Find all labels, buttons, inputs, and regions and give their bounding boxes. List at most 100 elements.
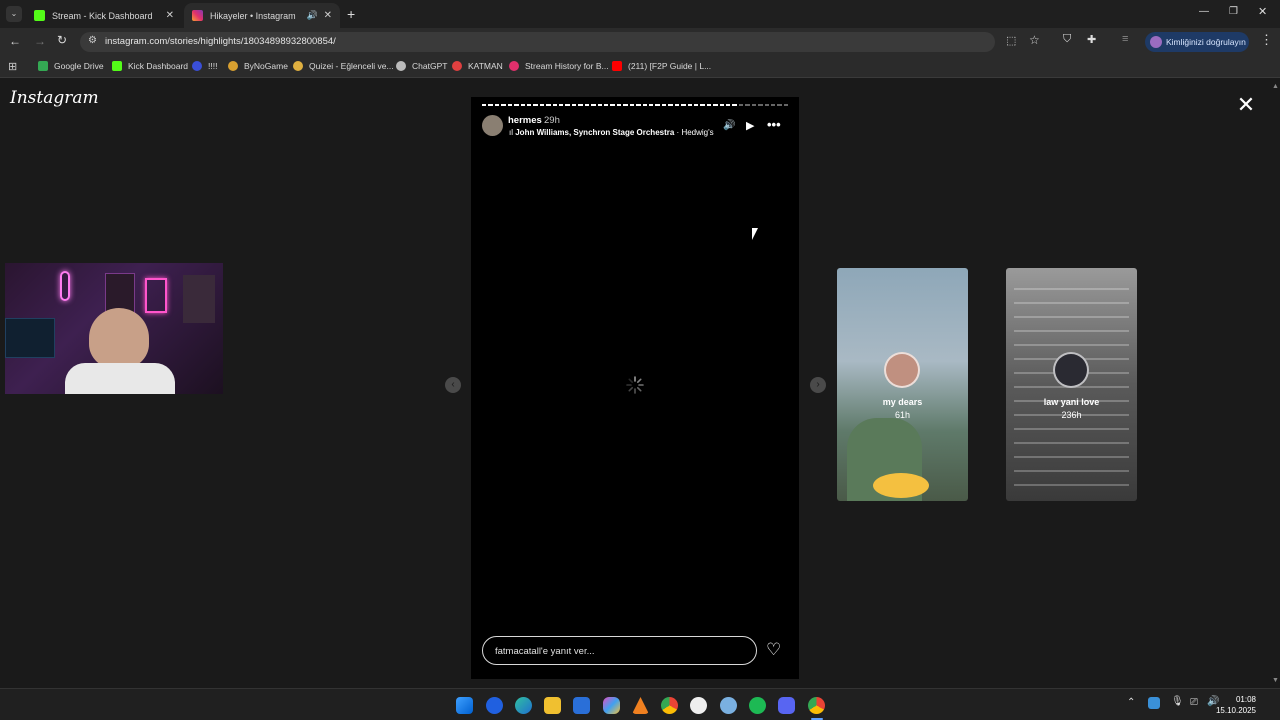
mute-icon[interactable]: 🔊: [723, 120, 735, 131]
like-heart-icon[interactable]: ♡: [766, 640, 781, 660]
file-explorer-icon[interactable]: [544, 697, 561, 714]
toolbar: ← → ↻ ⚙ instagram.com/stories/highlights…: [0, 28, 1280, 56]
progress-segment: [777, 104, 782, 106]
scroll-down-icon[interactable]: ▼: [1272, 677, 1279, 684]
apps-icon[interactable]: ⊞: [8, 60, 17, 73]
close-tab-icon[interactable]: ✕: [166, 10, 174, 21]
story-username[interactable]: hermes: [508, 115, 542, 126]
chatgpt-icon: [396, 61, 406, 71]
bookmark-stream-history[interactable]: Stream History for B...: [509, 61, 609, 71]
discord-icon[interactable]: [778, 697, 795, 714]
play-icon[interactable]: ▶: [746, 119, 754, 132]
copilot-icon[interactable]: [603, 697, 620, 714]
bookmark-google-drive[interactable]: Google Drive: [38, 61, 104, 71]
window-close-button[interactable]: ✕: [1258, 5, 1267, 18]
install-app-icon[interactable]: ⬚: [1006, 34, 1016, 47]
minimize-button[interactable]: —: [1199, 6, 1209, 17]
settings-icon[interactable]: [720, 697, 737, 714]
speaker-icon[interactable]: 🔊: [307, 10, 318, 21]
chrome-active-icon[interactable]: [808, 697, 825, 714]
bookmark-quizei[interactable]: Quizei - Eğlenceli ve...: [293, 61, 394, 71]
prev-story-button[interactable]: ‹: [445, 377, 461, 393]
bookmark-kick-dashboard[interactable]: Kick Dashboard: [112, 61, 188, 71]
instagram-logo[interactable]: Instagram: [10, 88, 99, 108]
profile-button[interactable]: Kimliğinizi doğrulayın: [1145, 32, 1249, 52]
github-icon[interactable]: [690, 697, 707, 714]
highlight-age: 61h: [894, 410, 911, 420]
vlc-icon[interactable]: [632, 697, 649, 714]
site-info-icon[interactable]: ⚙: [88, 35, 97, 46]
bookmark-star-icon[interactable]: ☆: [1029, 33, 1040, 47]
story-music[interactable]: ıl John Williams, Synchron Stage Orchest…: [509, 128, 715, 137]
tray-chevron-icon[interactable]: ⌃: [1127, 697, 1135, 708]
highlight-card[interactable]: my dears 61h: [837, 268, 968, 501]
progress-segment: [642, 104, 647, 106]
scroll-up-icon[interactable]: ▲: [1272, 83, 1279, 90]
url-text[interactable]: instagram.com/stories/highlights/1803489…: [105, 36, 336, 47]
edge-icon[interactable]: [515, 697, 532, 714]
reload-icon[interactable]: ↻: [57, 33, 67, 47]
microphone-icon[interactable]: 🎙: [1171, 696, 1184, 707]
reply-field[interactable]: [482, 636, 757, 665]
chrome-icon[interactable]: [661, 697, 678, 714]
more-options-icon[interactable]: •••: [767, 117, 781, 132]
bookmark-label: Kick Dashboard: [128, 61, 189, 71]
bookmark-chatgpt[interactable]: ChatGPT: [396, 61, 447, 71]
maximize-button[interactable]: ❐: [1229, 6, 1238, 17]
story-avatar[interactable]: [482, 115, 503, 136]
story-progress-bar: [482, 104, 789, 106]
next-story-button[interactable]: ›: [810, 377, 826, 393]
forward-icon[interactable]: →: [34, 34, 46, 48]
progress-segment: [726, 104, 731, 106]
tray-app-icon[interactable]: [1148, 697, 1160, 709]
progress-segment: [552, 104, 558, 106]
progress-segment: [738, 104, 744, 106]
tab-bar: ⌄ Stream - Kick Dashboard ✕ Hikayeler • …: [0, 0, 1280, 28]
progress-segment: [674, 104, 680, 106]
progress-segment: [507, 104, 513, 106]
progress-segment: [629, 104, 635, 106]
start-icon[interactable]: [456, 697, 473, 714]
tab-instagram[interactable]: Hikayeler • Instagram 🔊 ✕: [184, 3, 340, 28]
bookmark-exclaim[interactable]: !!!!: [192, 61, 217, 71]
bookmark-label: ByNoGame: [244, 61, 288, 71]
bookmark-katman[interactable]: KATMAN: [452, 61, 503, 71]
bookmark-bynogame[interactable]: ByNoGame: [228, 61, 288, 71]
cake: [873, 473, 929, 498]
new-tab-button[interactable]: +: [347, 6, 355, 22]
tab-search-button[interactable]: ⌄: [6, 6, 22, 22]
highlight-age: 236h: [1061, 410, 1082, 420]
bookmark-label: !!!!: [208, 61, 218, 71]
clock[interactable]: 01:08 15.10.2025: [1216, 694, 1256, 716]
reading-list-icon[interactable]: ≡: [1122, 33, 1128, 45]
clock-date: 15.10.2025: [1215, 706, 1256, 715]
progress-segment: [501, 104, 506, 106]
bookmark-youtube[interactable]: (211) [F2P Guide | L...: [612, 61, 711, 71]
close-story-button[interactable]: ✕: [1235, 94, 1257, 116]
bookmarks-bar: ⊞ Google Drive Kick Dashboard !!!! ByNoG…: [0, 56, 1280, 78]
highlight-card[interactable]: law yani love 236h: [1006, 268, 1137, 501]
music-track: Hedwig's Th: [681, 128, 715, 137]
scrollbar[interactable]: ▲ ▼: [1271, 81, 1280, 688]
tab-kick-dashboard[interactable]: Stream - Kick Dashboard ✕: [26, 3, 182, 28]
shield-icon[interactable]: ⛉: [1063, 33, 1071, 46]
progress-segment: [488, 104, 493, 106]
close-tab-icon[interactable]: ✕: [324, 10, 332, 21]
spotify-icon[interactable]: [749, 697, 766, 714]
progress-segment: [578, 104, 583, 106]
youtube-icon: [612, 61, 622, 71]
bynogame-icon: [228, 61, 238, 71]
progress-segment: [514, 104, 519, 106]
network-icon[interactable]: ⎚: [1190, 697, 1198, 708]
bookmark-label: Google Drive: [54, 61, 104, 71]
back-icon[interactable]: ←: [9, 34, 21, 48]
progress-segment: [520, 104, 525, 106]
address-bar[interactable]: ⚙ instagram.com/stories/highlights/18034…: [80, 32, 1016, 52]
store-icon[interactable]: [573, 697, 590, 714]
app-icon[interactable]: [486, 697, 503, 714]
reply-input[interactable]: [495, 643, 745, 659]
menu-icon[interactable]: ⋮: [1260, 32, 1273, 48]
extensions-icon[interactable]: ✚: [1087, 33, 1096, 46]
bookmark-label: Quizei - Eğlenceli ve...: [309, 61, 394, 71]
taskbar: ⌃ 🎙 ⎚ 🔊 01:08 15.10.2025: [0, 688, 1280, 720]
